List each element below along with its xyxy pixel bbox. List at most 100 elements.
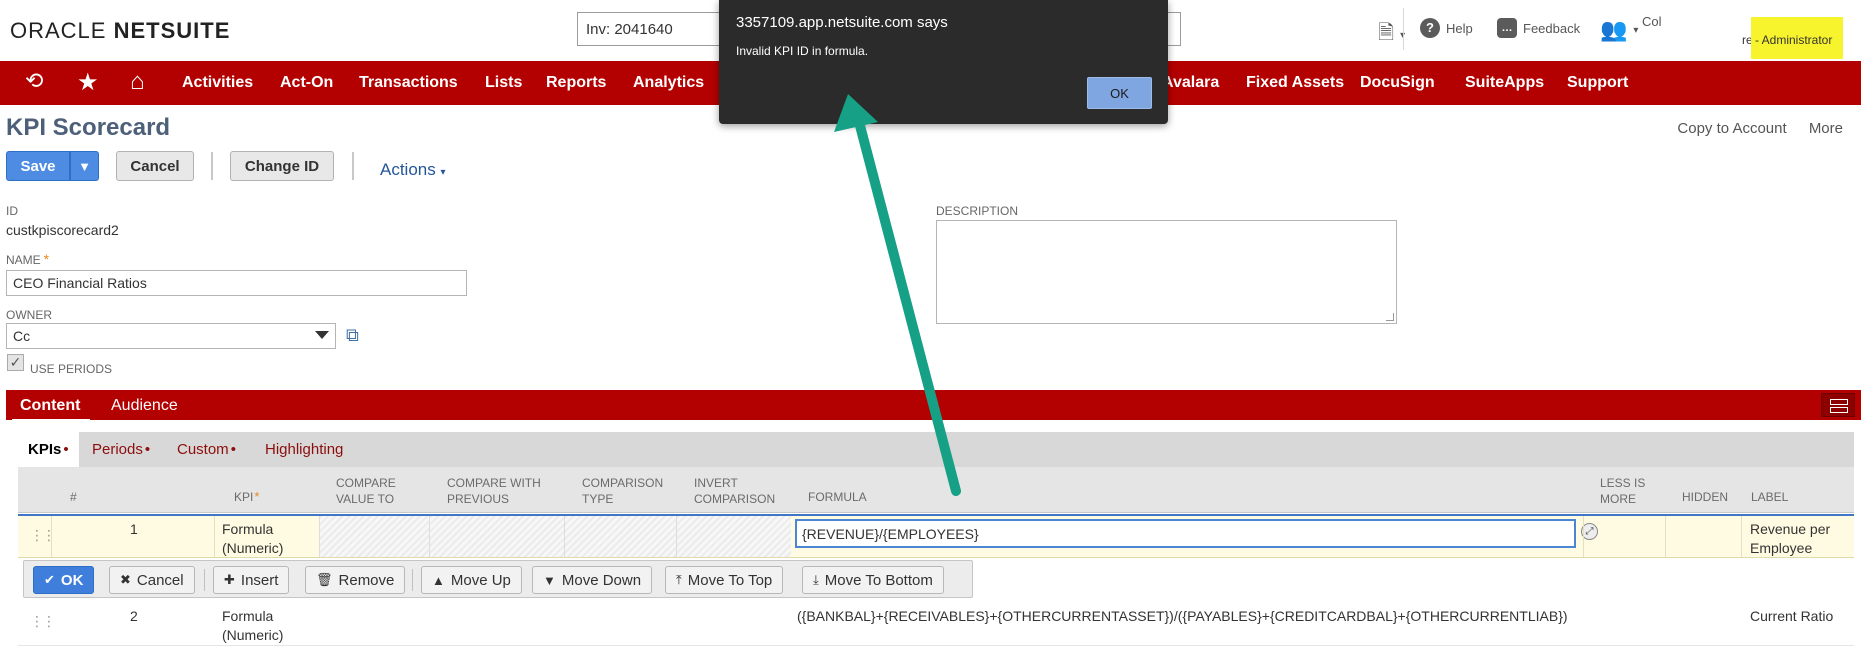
tab-kpis[interactable]: KPIs •	[18, 432, 79, 467]
row-move-to-top-button[interactable]: ⤒ Move To Top	[665, 566, 784, 594]
user-menu[interactable]: 👥 ▾	[1600, 17, 1638, 43]
role-label[interactable]: - Administrator	[1751, 17, 1843, 59]
nav-fixed-assets[interactable]: Fixed Assets	[1246, 74, 1344, 92]
grid-header: # KPI* COMPARE VALUE TO COMPARE WITH PREVI…	[18, 467, 1854, 513]
tab-custom[interactable]: Custom •	[167, 432, 246, 467]
help-link[interactable]: ? Help	[1420, 18, 1473, 38]
row-insert-label: Insert	[240, 571, 279, 589]
logo-netsuite-text: NETSUITE	[113, 18, 231, 43]
formula-input[interactable]	[795, 519, 1576, 548]
resize-grip-icon[interactable]	[1386, 313, 1394, 321]
change-id-button[interactable]: Change ID	[230, 151, 334, 181]
nav-avalara[interactable]: Avalara	[1162, 74, 1219, 92]
feedback-label: Feedback	[1523, 20, 1581, 36]
id-label: ID	[6, 204, 18, 218]
page-title: KPI Scorecard	[6, 114, 171, 141]
formula-cell[interactable]: ({BANKBAL}+{RECEIVABLES}+{OTHERCURRENTAS…	[797, 607, 1568, 626]
layout-toggle-icon[interactable]	[1821, 393, 1855, 417]
tab-audience[interactable]: Audience	[111, 397, 178, 415]
arrow-down-icon: ▼	[543, 572, 556, 588]
more-link[interactable]: More	[1809, 120, 1843, 137]
row-remove-button[interactable]: 🗑 Remove	[305, 566, 406, 594]
recent-history-icon[interactable]: ⟲	[25, 68, 43, 94]
document-plus-icon: 🗎	[1378, 22, 1395, 44]
nav-activities[interactable]: Activities	[182, 74, 253, 92]
col-comparison-type: COMPARISON TYPE	[582, 475, 663, 507]
save-button[interactable]: Save	[6, 151, 70, 181]
open-external-icon[interactable]: ⧉	[346, 325, 368, 347]
tab-content[interactable]: Content	[11, 397, 91, 423]
col-kpi-label: KPI	[234, 490, 254, 504]
drag-handle-icon[interactable]: ⋮⋮	[30, 613, 56, 630]
comparison-type-cell	[564, 516, 676, 557]
row-cancel-label: Cancel	[136, 571, 184, 589]
name-label: NAME *	[6, 251, 49, 267]
toolbar-divider	[352, 152, 354, 180]
copy-to-account-link[interactable]: Copy to Account	[1677, 120, 1786, 137]
favorites-star-icon[interactable]: ★	[77, 68, 99, 97]
tab-dot: •	[144, 441, 151, 458]
table-row[interactable]: ⋮⋮ 2 Formula (Numeric) ({BANKBAL}+{RECEIV…	[18, 602, 1854, 646]
save-options-dropdown[interactable]: ▼	[70, 151, 99, 181]
label-cell[interactable]: Revenue per Employee	[1750, 520, 1830, 558]
row-move-down-button[interactable]: ▼ Move Down	[532, 566, 653, 594]
col-invert-line2: COMPARISON	[694, 492, 776, 506]
owner-label: OWNER	[6, 308, 52, 322]
feedback-link[interactable]: … Feedback	[1497, 18, 1580, 38]
plus-icon: ✚	[224, 572, 235, 587]
move-to-top-icon: ⤒	[676, 572, 682, 587]
kpi-line2: (Numeric)	[222, 627, 284, 643]
row-insert-button[interactable]: ✚ Insert	[213, 566, 290, 594]
help-icon: ?	[1420, 18, 1440, 38]
nav-support[interactable]: Support	[1567, 74, 1628, 92]
row-move-to-top-label: Move To Top	[687, 571, 773, 589]
cancel-button[interactable]: Cancel	[116, 151, 194, 181]
row-ok-label: OK	[60, 571, 84, 589]
label-cell[interactable]: Current Ratio	[1750, 607, 1833, 626]
invert-comparison-cell	[676, 516, 791, 557]
oracle-netsuite-logo[interactable]: ORACLE NETSUITE	[10, 18, 230, 44]
user-name[interactable]: Col	[1642, 14, 1662, 29]
actions-menu[interactable]: Actions ▾	[380, 160, 446, 180]
row-move-to-bottom-button[interactable]: ⤓ Move To Bottom	[802, 566, 944, 594]
table-row[interactable]: ⋮⋮ 1 Formula(Numeric) ⤢ Revenue perEmplo…	[18, 514, 1854, 558]
label-line2: Employee	[1750, 540, 1813, 556]
role-text: - Administrator	[1755, 33, 1833, 47]
tab-periods-label: Periods	[92, 441, 143, 458]
col-invert-comparison: INVERT COMPARISON	[694, 475, 775, 507]
tab-highlighting[interactable]: Highlighting	[255, 432, 353, 467]
nav-suiteapps[interactable]: SuiteApps	[1465, 74, 1544, 92]
kpi-cell[interactable]: Formula (Numeric)	[222, 520, 283, 558]
chevron-down-icon: ▾	[1633, 24, 1639, 36]
tab-periods[interactable]: Periods •	[82, 432, 160, 467]
trash-icon: 🗑	[316, 572, 333, 587]
caret-down-icon: ▾	[440, 167, 446, 178]
nav-reports[interactable]: Reports	[546, 74, 606, 92]
nav-act-on[interactable]: Act-On	[280, 74, 333, 92]
dialog-ok-button[interactable]: OK	[1087, 77, 1152, 109]
use-periods-checkbox[interactable]: ✓	[7, 354, 24, 371]
col-less-is-more-line2: MORE	[1600, 492, 1636, 506]
home-icon[interactable]: ⌂	[130, 68, 145, 96]
row-remove-label: Remove	[338, 571, 395, 589]
logo-oracle-text: ORACLE	[10, 18, 107, 43]
owner-value: Cc	[13, 328, 31, 344]
page-links: Copy to Account More	[1677, 120, 1861, 137]
nav-docusign[interactable]: DocuSign	[1360, 74, 1435, 92]
nav-lists[interactable]: Lists	[485, 74, 522, 92]
compare-with-previous-cell	[429, 516, 564, 557]
alert-dialog: 3357109.app.netsuite.com says Invalid KP…	[719, 0, 1168, 124]
owner-select[interactable]: Cc	[6, 323, 336, 349]
kpi-line1: Formula	[222, 521, 274, 537]
kpi-cell[interactable]: Formula (Numeric)	[222, 607, 283, 645]
nav-transactions[interactable]: Transactions	[359, 74, 458, 92]
recent-records-icon[interactable]: 🗎▾	[1378, 18, 1405, 52]
col-comparison-type-line1: COMPARISON	[582, 476, 664, 490]
name-input[interactable]	[6, 270, 467, 296]
row-move-up-button[interactable]: ▲ Move Up	[421, 566, 522, 594]
row-cancel-button[interactable]: ✖ Cancel	[109, 566, 195, 594]
row-ok-button[interactable]: ✔ OK	[33, 566, 95, 594]
owner-dropdown-arrow-icon[interactable]	[315, 331, 329, 339]
description-textarea[interactable]	[936, 220, 1397, 324]
nav-analytics[interactable]: Analytics	[633, 74, 704, 92]
